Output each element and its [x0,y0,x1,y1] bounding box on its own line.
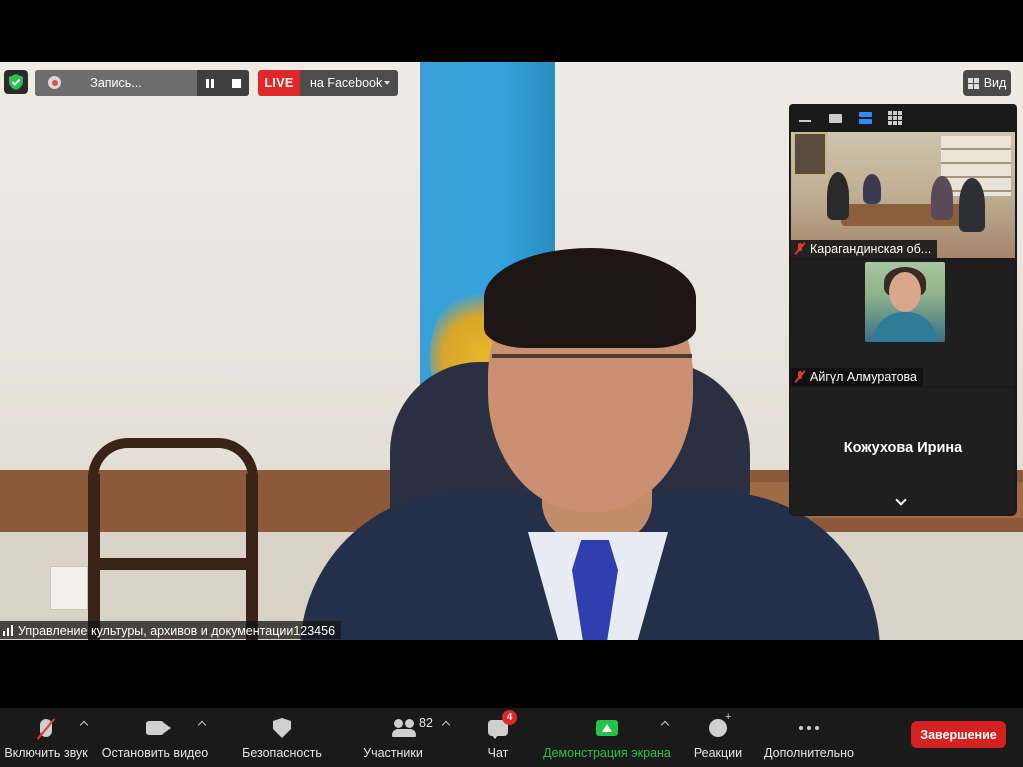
recording-bar: Запись... [35,70,249,96]
speaker-name: Управление культуры, архивов и документа… [18,623,336,638]
caret-down-icon [384,81,390,85]
participant-tile[interactable]: Карагандинская об... [791,132,1015,258]
security-button[interactable]: Безопасность [240,708,324,767]
single-layout-button[interactable] [827,111,843,125]
wall-socket [50,566,88,610]
speaker-name-label: Управление культуры, архивов и документа… [0,621,342,639]
participants-label: Участники [363,746,423,760]
participant-name: Кожухова Ирина [843,440,963,456]
participants-count: 82 [419,716,433,730]
participant-name: Айгүл Алмуратова [810,370,917,384]
record-icon [48,76,61,89]
stop-recording-button[interactable] [223,70,249,96]
more-icon [799,726,819,730]
stop-icon [231,78,241,88]
view-label: Вид [983,76,1007,90]
pause-icon [206,78,214,88]
meeting-toolbar: Включить звук Остановить видео Безопасно… [0,708,1023,767]
shield-icon[interactable] [4,70,28,94]
strip-layout-button[interactable] [857,111,873,125]
participant-tile[interactable]: Айгүл Алмуратова [791,260,1015,386]
unmute-label: Включить звук [4,746,88,760]
recording-status: Запись... [35,70,197,96]
security-label: Безопасность [242,746,322,760]
chat-label: Чат [487,746,509,760]
valet-stand [88,438,258,640]
end-meeting-button[interactable]: Завершение [911,721,1006,748]
signal-icon [3,625,13,636]
participants-video-panel: Карагандинская об... Айгүл Алмуратова Ко… [789,104,1017,516]
speaker-hair [484,248,696,348]
more-label: Дополнительно [764,746,854,760]
chevron-down-icon[interactable] [895,494,907,506]
chat-badge: 4 [502,710,517,725]
live-badge: LIVE [258,70,300,96]
reactions-label: Реакции [693,746,743,760]
chat-button[interactable]: 4 Чат [480,708,517,767]
more-button[interactable]: Дополнительно [763,708,855,767]
security-shield-icon [273,718,291,738]
reactions-button[interactable]: Реакции [692,708,744,767]
tile-name-label: Айгүл Алмуратова [791,368,923,386]
participants-icon [392,719,416,737]
participants-button[interactable]: 82 Участники [360,708,433,767]
view-grid-icon [967,77,979,89]
share-screen-button[interactable]: Демонстрация экрана [543,708,671,767]
mic-muted-icon [795,371,805,383]
speaker-glasses [492,354,692,394]
view-button[interactable]: Вид [963,70,1011,96]
participants-options-caret-icon[interactable] [441,720,451,730]
live-target-label: на Facebook [310,76,383,90]
minimize-layout-button[interactable] [797,111,813,125]
share-screen-icon [596,720,618,736]
live-target-dropdown[interactable]: на Facebook [300,70,398,96]
recording-label: Запись... [90,76,142,90]
live-stream-control[interactable]: LIVE на Facebook [258,70,398,96]
pause-recording-button[interactable] [197,70,223,96]
stop-video-button[interactable]: Остановить видео [102,708,208,767]
mic-muted-icon [795,243,805,255]
unmute-button[interactable]: Включить звук [4,708,88,767]
panel-layout-switcher [789,104,1017,132]
room-portrait [793,132,827,176]
share-screen-label: Демонстрация экрана [543,746,671,760]
participant-photo [865,262,945,342]
participant-name: Карагандинская об... [810,242,932,256]
grid-layout-button[interactable] [887,111,903,125]
mic-muted-icon [40,719,52,737]
camera-icon [146,721,171,735]
reactions-icon [709,711,731,737]
tile-name-label: Карагандинская об... [791,240,938,258]
stop-video-label: Остановить видео [101,746,209,760]
participant-tile[interactable]: Кожухова Ирина [791,388,1015,514]
